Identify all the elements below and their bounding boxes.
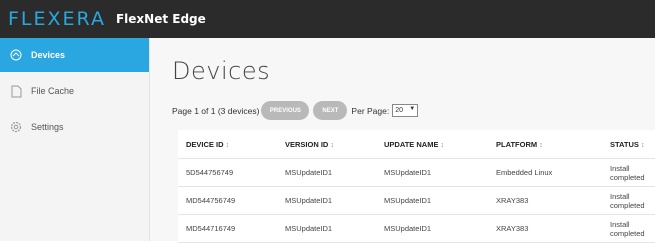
sidebar-item-label: File Cache [31,86,75,96]
cell-device-id: 5D544756749 [178,158,277,187]
cell-device-id: MD544756749 [178,186,277,215]
cell-platform: XRAY383 [488,214,602,243]
previous-button[interactable]: PREVIOUS [261,101,310,120]
flexera-logo[interactable]: FLEXERA [8,8,106,30]
sidebar-item-label: Devices [31,50,66,60]
cell-update-name: MSUpdateID1 [376,158,488,187]
sort-icon: ↕ [640,141,645,149]
column-header-update-name[interactable]: UPDATE NAME ↕ [376,130,488,159]
table-row[interactable]: MD544716749 MSUpdateID1 MSUpdateID1 XRAY… [178,214,655,243]
caret-down-icon: ▼ [409,106,416,112]
cell-update-name: MSUpdateID1 [376,186,488,215]
cell-version-id: MSUpdateID1 [277,186,376,215]
cell-device-id: MD544716749 [178,214,277,243]
pagination: Page 1 of 1 (3 devices) PREVIOUS NEXT Pe… [172,101,419,120]
sidebar-item-label: Settings [31,122,64,132]
devices-table: DEVICE ID ↕ VERSION ID ↕ UPDATE NAME ↕ P… [178,130,655,243]
table-header-row: DEVICE ID ↕ VERSION ID ↕ UPDATE NAME ↕ P… [178,130,655,159]
column-header-device-id[interactable]: DEVICE ID ↕ [178,130,277,159]
cell-status: Install completed [602,186,655,215]
sort-icon: ↕ [225,141,230,149]
top-bar: FLEXERA FlexNet Edge [0,0,655,38]
main-content: Devices Page 1 of 1 (3 devices) PREVIOUS… [150,38,655,243]
sort-icon: ↕ [330,141,334,149]
column-header-status[interactable]: STATUS ↕ [602,130,655,159]
per-page-value: 20 [395,107,404,114]
devices-icon [9,48,23,62]
table-row[interactable]: 5D544756749 MSUpdateID1 MSUpdateID1 Embe… [178,158,655,187]
cell-update-name: MSUpdateID1 [376,214,488,243]
per-page-label: Per Page: [351,105,390,116]
sidebar-item-devices[interactable]: Devices [0,38,149,72]
page-info: Page 1 of 1 (3 devices) [172,105,260,116]
sidebar-item-settings[interactable]: Settings [0,110,149,144]
cell-status: Install completed [602,158,655,187]
file-icon [9,84,23,98]
sidebar-item-file-cache[interactable]: File Cache [0,74,149,108]
per-page-select[interactable]: 20 ▼ [392,104,419,117]
sidebar: Devices File Cache Settings [0,38,150,241]
column-header-platform[interactable]: PLATFORM ↕ [488,130,602,159]
cell-platform: XRAY383 [488,186,602,215]
cell-platform: Embedded Linux [488,158,602,187]
cell-status: Install completed [602,214,655,243]
sort-icon: ↕ [440,141,445,149]
next-button[interactable]: NEXT [313,101,348,120]
cell-version-id: MSUpdateID1 [277,158,376,187]
gear-icon [9,120,23,134]
column-header-version-id[interactable]: VERSION ID ↕ [277,130,376,159]
page-title: Devices [172,57,271,85]
cell-version-id: MSUpdateID1 [277,214,376,243]
table-row[interactable]: MD544756749 MSUpdateID1 MSUpdateID1 XRAY… [178,186,655,215]
sort-icon: ↕ [539,141,543,149]
product-name: FlexNet Edge [115,12,206,26]
